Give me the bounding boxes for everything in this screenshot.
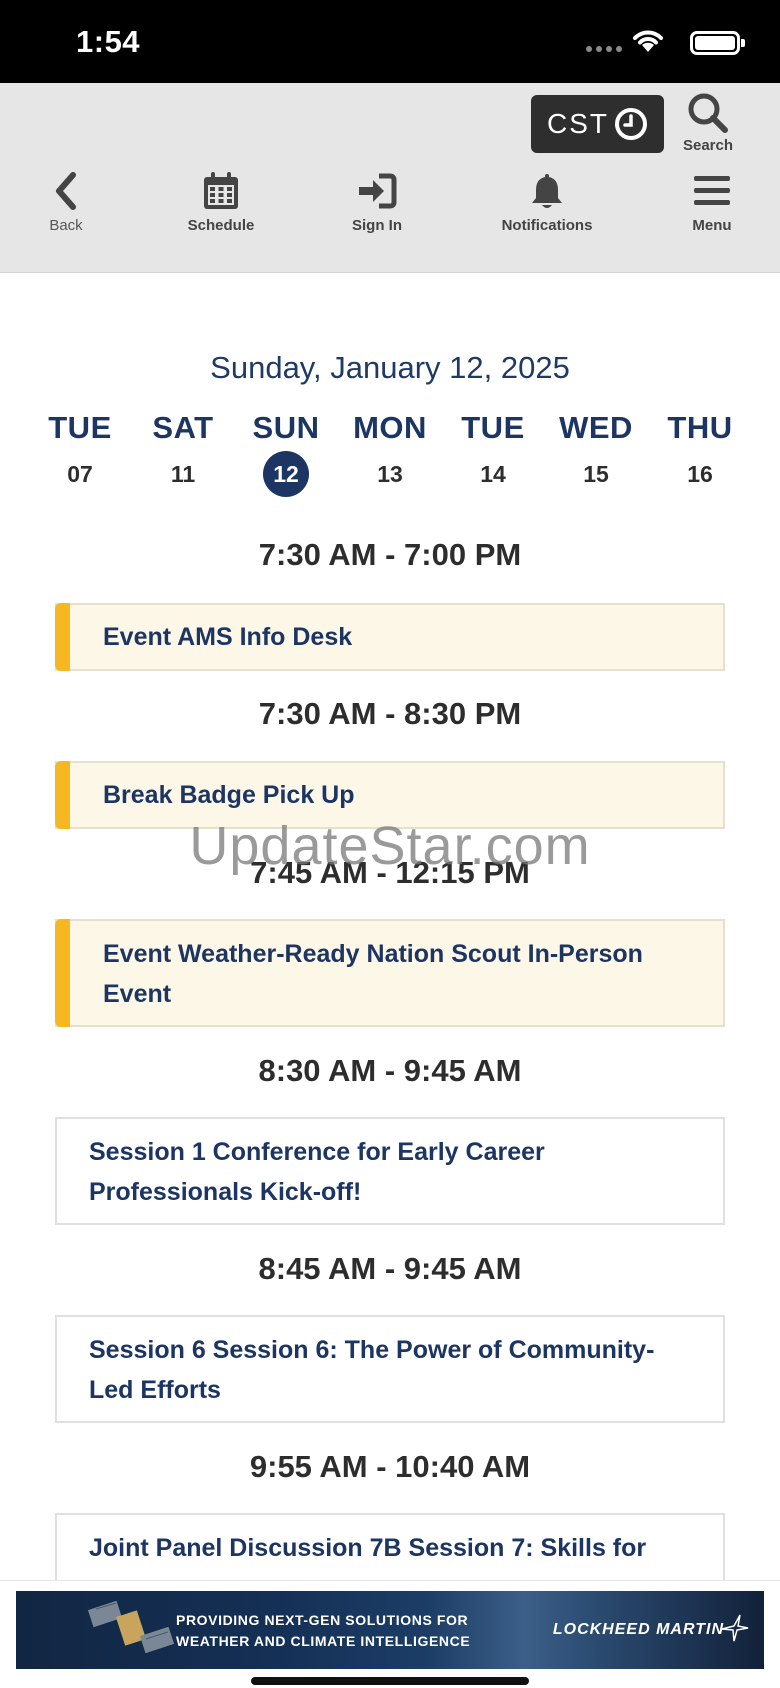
chevron-left-icon bbox=[56, 172, 76, 210]
day-number: 15 bbox=[583, 461, 609, 487]
day-tab-selected[interactable]: SUN 12 bbox=[234, 410, 338, 497]
day-name: MON bbox=[353, 410, 427, 445]
day-tab[interactable]: TUE 07 bbox=[28, 410, 132, 497]
event-title: Joint Panel Discussion 7B Session 7: Ski… bbox=[89, 1534, 647, 1562]
menu-button[interactable]: Menu bbox=[682, 171, 742, 251]
bell-icon bbox=[532, 174, 562, 208]
home-indicator[interactable] bbox=[251, 1677, 529, 1685]
ad-banner[interactable]: PROVIDING NEXT-GEN SOLUTIONS FOR WEATHER… bbox=[16, 1591, 764, 1669]
event-card[interactable]: Event AMS Info Desk bbox=[55, 603, 725, 671]
day-tab[interactable]: SAT 11 bbox=[131, 410, 235, 497]
day-tab[interactable]: TUE 14 bbox=[441, 410, 545, 497]
timezone-button[interactable]: CST bbox=[531, 95, 664, 153]
battery-icon bbox=[690, 31, 745, 55]
day-number: 12 bbox=[263, 451, 309, 497]
schedule-button[interactable]: Schedule bbox=[176, 171, 266, 251]
day-tab[interactable]: THU 16 bbox=[648, 410, 752, 497]
ad-container: PROVIDING NEXT-GEN SOLUTIONS FOR WEATHER… bbox=[0, 1580, 780, 1688]
event-card[interactable]: Session 6 Session 6: The Power of Commun… bbox=[55, 1315, 725, 1423]
notifications-button[interactable]: Notifications bbox=[492, 171, 602, 251]
day-number: 13 bbox=[377, 461, 403, 487]
day-number: 16 bbox=[687, 461, 713, 487]
ad-text: PROVIDING NEXT-GEN SOLUTIONS FOR WEATHER… bbox=[176, 1610, 470, 1652]
wifi-icon bbox=[633, 30, 663, 52]
clock-icon bbox=[615, 108, 647, 140]
search-icon bbox=[688, 93, 728, 133]
back-label: Back bbox=[49, 217, 83, 234]
sign-in-label: Sign In bbox=[352, 217, 402, 234]
ad-line-2: WEATHER AND CLIMATE INTELLIGENCE bbox=[176, 1633, 471, 1649]
schedule-label: Schedule bbox=[187, 217, 255, 234]
sign-in-button[interactable]: Sign In bbox=[337, 171, 417, 251]
event-title: Event AMS Info Desk bbox=[103, 623, 353, 651]
star-logo-icon bbox=[721, 1614, 749, 1642]
menu-label: Menu bbox=[692, 217, 732, 234]
status-bar: 1:54 bbox=[0, 0, 780, 83]
time-slot-label: 7:30 AM - 8:30 PM bbox=[258, 696, 522, 731]
app-header: CST Search Back Schedule Sign In Notific… bbox=[0, 83, 780, 273]
event-title: Break Badge Pick Up bbox=[103, 781, 355, 809]
satellite-image bbox=[87, 1600, 175, 1654]
cellular-signal-icon bbox=[586, 46, 622, 52]
sign-in-icon bbox=[359, 173, 397, 209]
day-name: TUE bbox=[48, 410, 112, 445]
search-label: Search bbox=[682, 137, 734, 154]
day-number: 07 bbox=[67, 461, 93, 487]
time-slot-label: 8:45 AM - 9:45 AM bbox=[258, 1251, 522, 1286]
status-time: 1:54 bbox=[76, 24, 141, 59]
nav-bar: Back Schedule Sign In Notifications Menu bbox=[0, 171, 780, 251]
time-slot-label: 7:30 AM - 7:00 PM bbox=[258, 537, 522, 572]
day-name: SUN bbox=[252, 410, 320, 445]
day-name: WED bbox=[559, 410, 633, 445]
day-name: SAT bbox=[152, 410, 214, 445]
watermark: UpdateStar.com bbox=[189, 816, 591, 876]
day-tab[interactable]: MON 13 bbox=[338, 410, 442, 497]
event-title: Session 6 Session 6: The Power of Commun… bbox=[89, 1336, 655, 1404]
day-number: 14 bbox=[480, 461, 506, 487]
event-card[interactable]: Event Weather-Ready Nation Scout In-Pers… bbox=[55, 919, 725, 1027]
notifications-label: Notifications bbox=[501, 217, 593, 234]
day-name: THU bbox=[667, 410, 733, 445]
back-button[interactable]: Back bbox=[36, 171, 96, 251]
event-title: Event Weather-Ready Nation Scout In-Pers… bbox=[103, 940, 643, 1008]
hamburger-menu-icon bbox=[694, 176, 730, 205]
event-title: Session 1 Conference for Early Career Pr… bbox=[89, 1138, 545, 1206]
time-slot-label: 9:55 AM - 10:40 AM bbox=[249, 1449, 531, 1484]
day-name: TUE bbox=[461, 410, 525, 445]
status-icons bbox=[580, 24, 780, 58]
event-card[interactable]: Session 1 Conference for Early Career Pr… bbox=[55, 1117, 725, 1225]
timezone-label: CST bbox=[547, 108, 609, 139]
ad-brand: LOCKHEED MARTIN bbox=[552, 1621, 724, 1638]
ad-line-1: PROVIDING NEXT-GEN SOLUTIONS FOR bbox=[176, 1612, 469, 1628]
day-number: 11 bbox=[170, 461, 196, 487]
search-button[interactable]: Search bbox=[678, 91, 738, 161]
time-slot-label: 8:30 AM - 9:45 AM bbox=[258, 1053, 522, 1088]
date-heading: Sunday, January 12, 2025 bbox=[210, 350, 570, 385]
calendar-icon bbox=[204, 172, 238, 209]
day-tab[interactable]: WED 15 bbox=[544, 410, 648, 497]
day-selector: TUE 07 SAT 11 SUN 12 MON 13 TUE 14 WED 1… bbox=[28, 410, 752, 497]
